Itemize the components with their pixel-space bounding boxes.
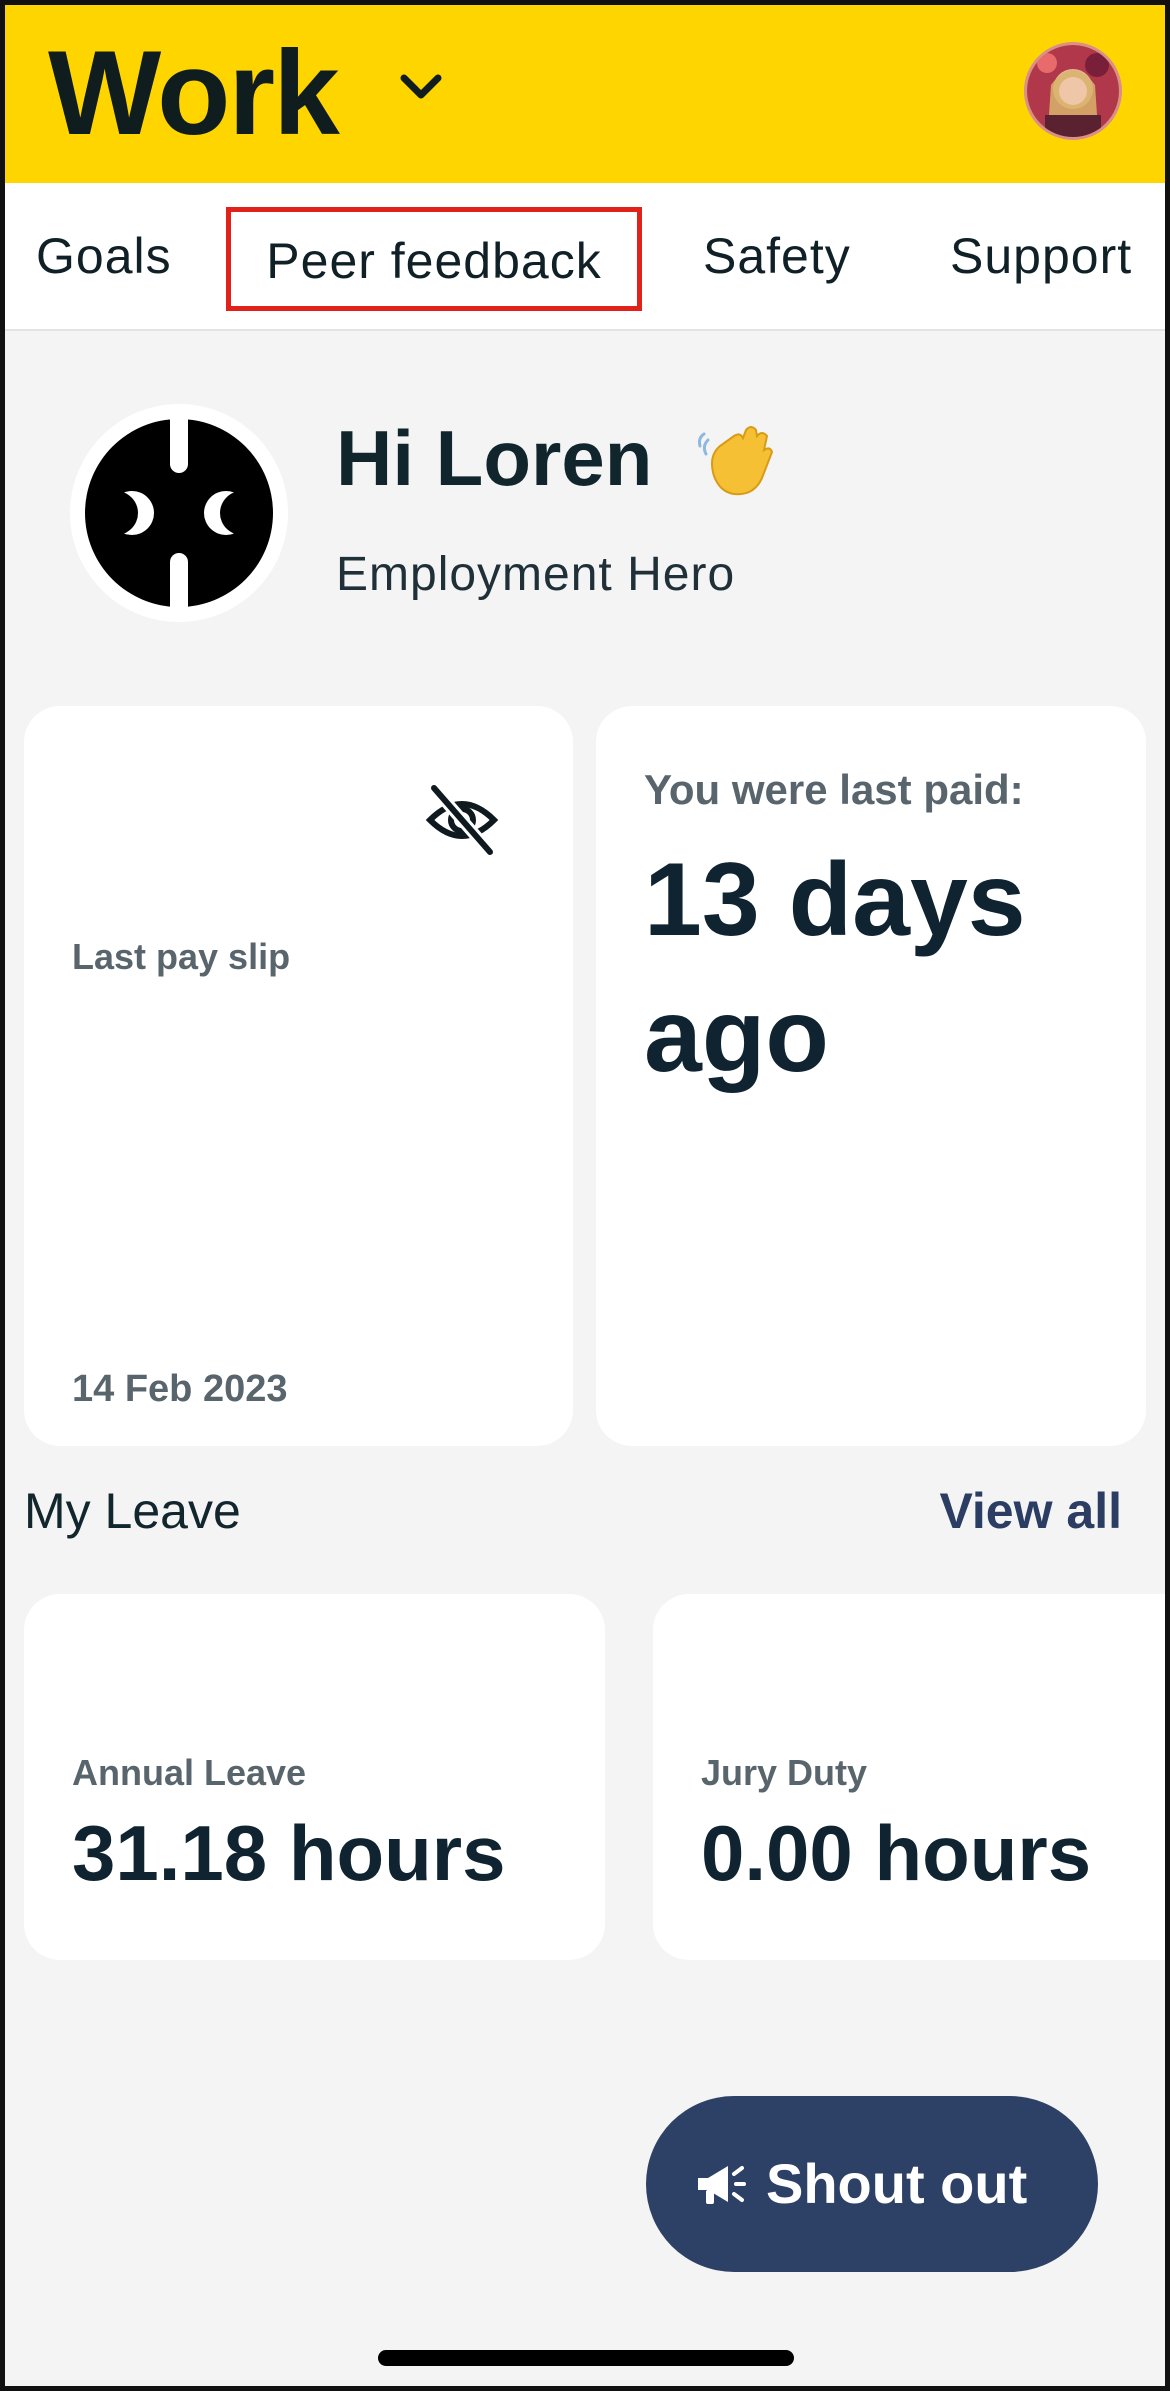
chevron-down-icon[interactable] (398, 68, 444, 104)
home-indicator (378, 2350, 794, 2366)
payslip-date: 14 Feb 2023 (72, 1368, 288, 1410)
megaphone-icon (698, 2166, 746, 2204)
leave-balance: 0.00 hours (701, 1809, 1092, 1897)
tab-peer-feedback[interactable]: Peer feedback (226, 207, 642, 311)
greeting-heading: Hi Loren (336, 414, 653, 502)
leave-card-jury-duty[interactable]: Jury Duty 0.00 hours (653, 1594, 1170, 1960)
waving-hand-icon (698, 426, 774, 496)
tab-bar: Goals Peer feedback Safety Support (0, 183, 1170, 331)
leave-type-label: Jury Duty (701, 1752, 868, 1793)
eye-off-icon[interactable] (424, 782, 500, 858)
last-paid-value: 13 days ago (644, 842, 1026, 1094)
workspace-title[interactable]: Work (48, 18, 340, 168)
last-pay-slip-card[interactable]: Last pay slip 14 Feb 2023 (24, 706, 573, 1446)
leave-balance: 31.18 hours (72, 1809, 506, 1897)
view-all-link[interactable]: View all (939, 1476, 1122, 1546)
user-avatar[interactable] (1024, 42, 1122, 140)
tab-goals[interactable]: Goals (36, 183, 172, 329)
shout-out-label: Shout out (766, 2152, 1028, 2215)
my-leave-title: My Leave (24, 1483, 241, 1539)
payslip-label: Last pay slip (72, 936, 291, 977)
leave-type-label: Annual Leave (72, 1752, 307, 1793)
last-paid-label: You were last paid: (644, 766, 1024, 813)
last-paid-card: You were last paid: 13 days ago (596, 706, 1146, 1446)
tab-support[interactable]: Support (950, 183, 1132, 329)
tab-safety[interactable]: Safety (703, 183, 851, 329)
app-header: Work (0, 0, 1170, 183)
shout-out-button[interactable]: Shout out (646, 2096, 1098, 2272)
company-logo (70, 404, 288, 622)
company-name: Employment Hero (336, 548, 736, 601)
leave-card-annual[interactable]: Annual Leave 31.18 hours (24, 1594, 605, 1960)
